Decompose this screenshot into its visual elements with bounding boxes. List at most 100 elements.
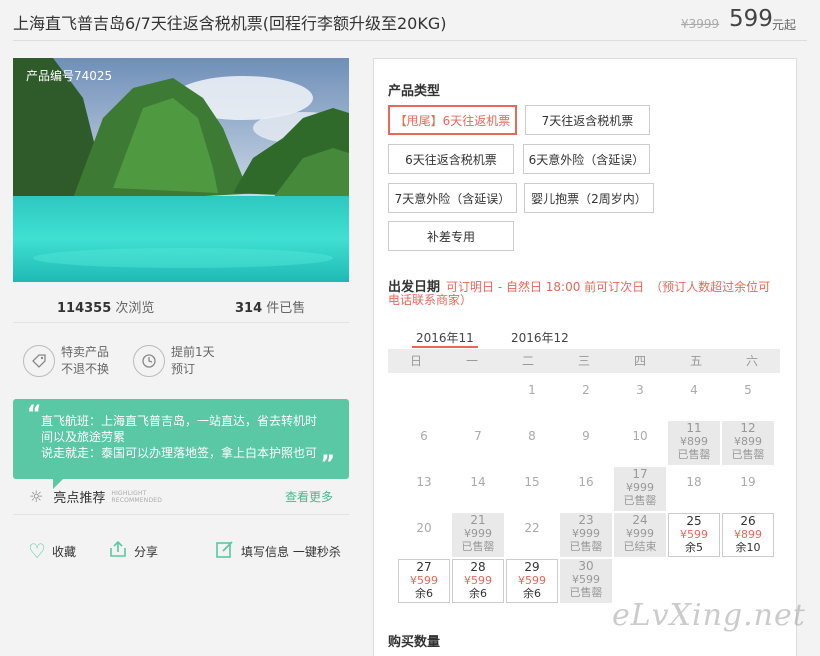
- calendar-day-number: 5: [744, 383, 752, 397]
- calendar-day-23: 23 ¥999 已售罄: [560, 513, 612, 557]
- calendar-day-27[interactable]: 27 ¥599 余6: [398, 559, 450, 603]
- share-label: 分享: [134, 545, 159, 559]
- calendar-day-17: 17 ¥999 已售罄: [614, 467, 666, 511]
- calendar-day-8: 8: [506, 421, 558, 465]
- calendar-day-number: 30: [578, 559, 594, 573]
- calendar-day-16: 16: [560, 467, 612, 511]
- fill-info-button[interactable]: 填写信息 一键秒杀: [215, 539, 341, 564]
- calendar-day-7: 7: [452, 421, 504, 465]
- favorite-label: 收藏: [51, 544, 76, 559]
- weekday-label: 六: [745, 354, 758, 368]
- option-infant-ticket[interactable]: 婴儿抱票（2周岁内）: [524, 183, 654, 213]
- tab-month-nov[interactable]: 2016年11: [412, 329, 478, 348]
- calendar-day-18: 18: [668, 467, 720, 511]
- calendar-day-status: 已售罄: [677, 448, 711, 461]
- current-price: 599: [729, 6, 773, 32]
- calendar-day-number: 22: [524, 521, 540, 535]
- edit-icon: [215, 539, 235, 564]
- page-title: 上海直飞普吉岛6/7天往返含税机票(回程行李额升级至20KG): [13, 14, 447, 33]
- product-id-label: 产品编号74025: [26, 69, 113, 83]
- calendar-day-price: ¥899: [734, 435, 762, 448]
- calendar-day-number: 12: [740, 421, 756, 435]
- calendar-day-status: 余6: [523, 587, 541, 600]
- calendar-day-25[interactable]: 25 ¥599 余5: [668, 513, 720, 557]
- calendar-day-30: 30 ¥599 已售罄: [560, 559, 612, 603]
- weekday-label: 五: [689, 354, 702, 368]
- option-7day-insurance[interactable]: 7天意外险（含延误）: [388, 183, 517, 213]
- calendar-day-14: 14: [452, 467, 504, 511]
- calendar-day-status: 余6: [415, 587, 433, 600]
- feature-line2: 不退不换: [61, 362, 110, 376]
- open-quote-icon: “: [27, 402, 42, 427]
- weekday-label: 四: [633, 354, 646, 368]
- option-6day-insurance[interactable]: 6天意外险（含延误）: [523, 144, 650, 174]
- option-7day-ticket[interactable]: 7天往返含税机票: [525, 105, 650, 135]
- quote-text: 直飞航班：上海直飞普吉岛，一站直达，省去转机时间以及旅途劳累 说走就走：泰国可以…: [41, 414, 318, 460]
- calendar-day-price: ¥999: [626, 481, 654, 494]
- feature-special-sale: 特卖产品 不退不换: [23, 344, 109, 378]
- calendar-day-number: 19: [740, 475, 756, 489]
- calendar-day-10: 10: [614, 421, 666, 465]
- calendar-day-status: 已售罄: [569, 586, 603, 599]
- sold-count: 314: [235, 301, 263, 316]
- feature-line1: 提前1天: [171, 345, 215, 359]
- date-section-header: 出发日期 可订明日 - 自然日 18:00 前可订次日 （预订人数超过余位可电话联…: [388, 281, 780, 307]
- sun-icon: ☼: [29, 487, 44, 506]
- sold-stat: 314 件已售: [235, 297, 305, 316]
- product-photo[interactable]: 产品编号74025: [13, 58, 349, 282]
- fill-info-label: 填写信息 一键秒杀: [241, 545, 341, 559]
- calendar-day-9: 9: [560, 421, 612, 465]
- views-stat: 114355 次浏览: [57, 297, 154, 316]
- original-price: ¥3999: [681, 17, 720, 31]
- calendar-day-24: 24 ¥999 已结束: [614, 513, 666, 557]
- calendar-day-number: 10: [632, 429, 648, 443]
- product-gallery: 产品编号74025: [13, 58, 349, 282]
- feature-advance-booking: 提前1天 预订: [133, 344, 215, 378]
- calendar-day-status: 已售罄: [623, 494, 657, 507]
- calendar-day-number: 15: [524, 475, 540, 489]
- weekday-header: 日 一 二 三 四 五 六: [388, 349, 780, 373]
- calendar-day-status: 余5: [685, 541, 703, 554]
- calendar-day-price: ¥599: [680, 528, 708, 541]
- calendar-day-21: 21 ¥999 已售罄: [452, 513, 504, 557]
- tab-month-dec[interactable]: 2016年12: [511, 329, 569, 346]
- calendar-day-number: 27: [416, 560, 432, 574]
- option-6day-ticket[interactable]: 6天往返含税机票: [388, 144, 514, 174]
- stats-divider: [13, 322, 349, 323]
- share-button[interactable]: 分享: [108, 539, 158, 564]
- calendar-day-number: 25: [686, 514, 702, 528]
- views-count: 114355: [57, 301, 112, 316]
- calendar-day-price: ¥899: [734, 528, 762, 541]
- close-quote-icon: ”: [320, 452, 335, 477]
- watermark: eLvXing.net: [612, 598, 806, 633]
- calendar-day-1: 1: [506, 375, 558, 419]
- calendar-day-26[interactable]: 26 ¥899 余10: [722, 513, 774, 557]
- highlight-divider: [13, 514, 349, 515]
- share-icon: [108, 539, 128, 564]
- favorite-button[interactable]: ♡ 收藏: [28, 539, 76, 563]
- feature-line1: 特卖产品: [61, 345, 110, 359]
- calendar-day-number: 1: [528, 383, 536, 397]
- option-6day-tail-ticket[interactable]: 【甩尾】6天往返机票: [388, 105, 517, 135]
- highlight-title: 亮点推荐: [53, 491, 106, 506]
- calendar-day-status: 已售罄: [731, 448, 765, 461]
- weekday-label: 二: [521, 354, 534, 368]
- calendar-day-number: 8: [528, 429, 536, 443]
- calendar-day-number: 7: [474, 429, 482, 443]
- calendar-day-price: ¥999: [626, 527, 654, 540]
- weekday-label: 一: [465, 354, 478, 368]
- clock-icon: [133, 345, 165, 377]
- calendar-day-price: ¥999: [464, 527, 492, 540]
- quantity-title: 购买数量: [388, 635, 441, 650]
- calendar-day-29[interactable]: 29 ¥599 余6: [506, 559, 558, 603]
- date-note: 可订明日 - 自然日 18:00 前可订次日 （预订人数超过余位可电话联系商家）: [388, 280, 771, 307]
- option-supplement[interactable]: 补差专用: [388, 221, 514, 251]
- view-more-link[interactable]: 查看更多: [285, 488, 333, 505]
- calendar-day-number: 11: [686, 421, 702, 435]
- calendar-day-number: 28: [470, 560, 486, 574]
- calendar-day-4: 4: [668, 375, 720, 419]
- calendar-day-12: 12 ¥899 已售罄: [722, 421, 774, 465]
- calendar-day-number: 21: [470, 513, 486, 527]
- calendar-day-status: 余10: [735, 541, 761, 554]
- calendar-day-28[interactable]: 28 ¥599 余6: [452, 559, 504, 603]
